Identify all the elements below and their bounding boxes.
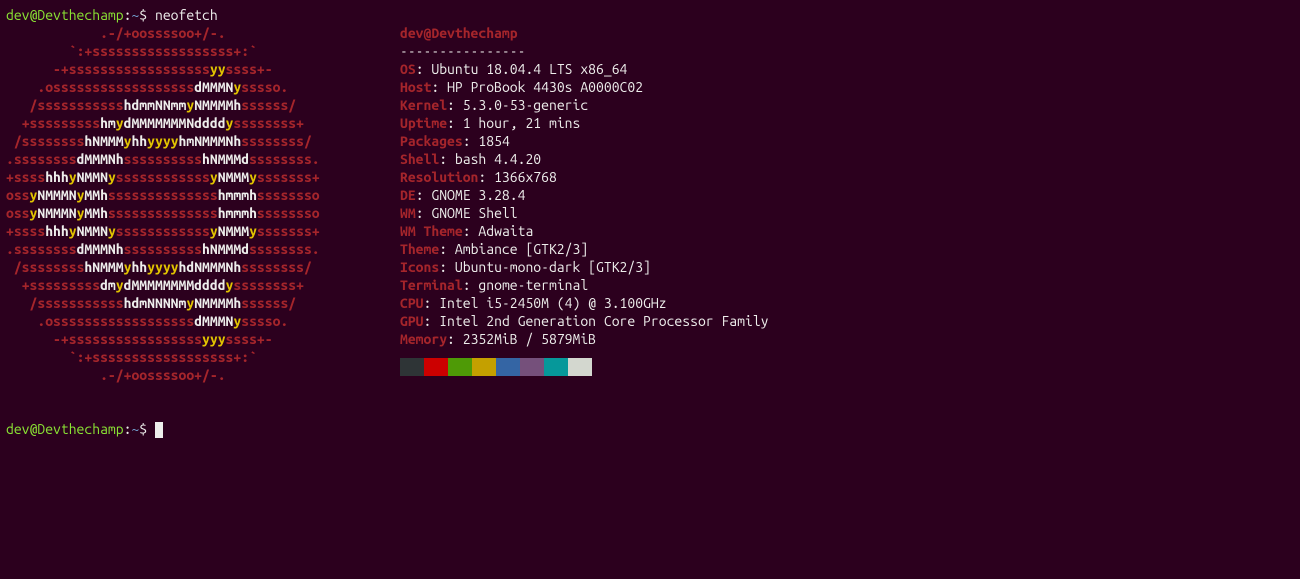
- info-row: Shell: bash 4.4.20: [400, 150, 769, 168]
- info-key: Shell: [400, 151, 439, 167]
- info-value: 2352MiB / 5879MiB: [463, 331, 596, 347]
- ascii-logo: .-/+oossssoo+/-. `:+ssssssssssssssssss+:…: [6, 24, 386, 384]
- info-row: Resolution: 1366x768: [400, 168, 769, 186]
- info-panel: dev@Devthechamp ---------------- OS: Ubu…: [386, 24, 769, 376]
- color-swatch: [544, 358, 568, 376]
- info-row: WM: GNOME Shell: [400, 204, 769, 222]
- info-key: Theme: [400, 241, 439, 257]
- prompt-user: dev@Devthechamp: [6, 7, 124, 23]
- info-row: Uptime: 1 hour, 21 mins: [400, 114, 769, 132]
- color-swatch: [472, 358, 496, 376]
- color-swatch: [568, 358, 592, 376]
- color-swatches: [400, 358, 769, 376]
- info-row: Memory: 2352MiB / 5879MiB: [400, 330, 769, 348]
- info-key: Icons: [400, 259, 439, 275]
- prompt-line: dev@Devthechamp:~$ neofetch: [6, 6, 1294, 24]
- color-swatch: [448, 358, 472, 376]
- info-key: GPU: [400, 313, 424, 329]
- prompt-sigil: $: [139, 421, 147, 437]
- info-value: GNOME 3.28.4: [431, 187, 525, 203]
- info-row: Icons: Ubuntu-mono-dark [GTK2/3]: [400, 258, 769, 276]
- info-value: Ambiance [GTK2/3]: [455, 241, 588, 257]
- info-value: bash 4.4.20: [455, 151, 541, 167]
- info-key: Resolution: [400, 169, 478, 185]
- info-row: GPU: Intel 2nd Generation Core Processor…: [400, 312, 769, 330]
- info-key: Memory: [400, 331, 447, 347]
- color-swatch: [496, 358, 520, 376]
- prompt-sigil: $: [139, 7, 147, 23]
- info-key: Kernel: [400, 97, 447, 113]
- info-value: HP ProBook 4430s A0000C02: [447, 79, 643, 95]
- color-swatch: [400, 358, 424, 376]
- info-value: Ubuntu 18.04.4 LTS x86_64: [431, 61, 627, 77]
- info-title: dev@Devthechamp: [400, 24, 769, 42]
- info-row: OS: Ubuntu 18.04.4 LTS x86_64: [400, 60, 769, 78]
- info-value: 5.3.0-53-generic: [463, 97, 588, 113]
- info-value: 1 hour, 21 mins: [463, 115, 581, 131]
- info-value: 1366x768: [494, 169, 557, 185]
- color-swatch: [424, 358, 448, 376]
- info-value: Adwaita: [478, 223, 533, 239]
- info-row: Host: HP ProBook 4430s A0000C02: [400, 78, 769, 96]
- info-row: WM Theme: Adwaita: [400, 222, 769, 240]
- prompt-user: dev@Devthechamp: [6, 421, 124, 437]
- info-value: GNOME Shell: [431, 205, 517, 221]
- info-separator: ----------------: [400, 42, 769, 60]
- info-value: gnome-terminal: [478, 277, 588, 293]
- command: neofetch: [155, 7, 218, 23]
- info-key: Packages: [400, 133, 463, 149]
- info-value: Ubuntu-mono-dark [GTK2/3]: [455, 259, 651, 275]
- info-row: Kernel: 5.3.0-53-generic: [400, 96, 769, 114]
- color-swatch: [520, 358, 544, 376]
- info-row: DE: GNOME 3.28.4: [400, 186, 769, 204]
- info-key: DE: [400, 187, 416, 203]
- info-value: 1854: [478, 133, 509, 149]
- info-key: OS: [400, 61, 416, 77]
- info-key: Uptime: [400, 115, 447, 131]
- info-value: Intel i5-2450M (4) @ 3.100GHz: [439, 295, 666, 311]
- info-key: WM: [400, 205, 416, 221]
- info-key: WM Theme: [400, 223, 463, 239]
- info-key: CPU: [400, 295, 424, 311]
- info-key: Host: [400, 79, 431, 95]
- info-value: Intel 2nd Generation Core Processor Fami…: [439, 313, 768, 329]
- prompt-line-2[interactable]: dev@Devthechamp:~$: [6, 420, 1294, 438]
- terminal[interactable]: dev@Devthechamp:~$ neofetch .-/+oossssoo…: [0, 0, 1300, 444]
- info-row: Terminal: gnome-terminal: [400, 276, 769, 294]
- info-key: Terminal: [400, 277, 463, 293]
- info-row: Packages: 1854: [400, 132, 769, 150]
- info-row: Theme: Ambiance [GTK2/3]: [400, 240, 769, 258]
- info-row: CPU: Intel i5-2450M (4) @ 3.100GHz: [400, 294, 769, 312]
- cursor: [155, 422, 163, 438]
